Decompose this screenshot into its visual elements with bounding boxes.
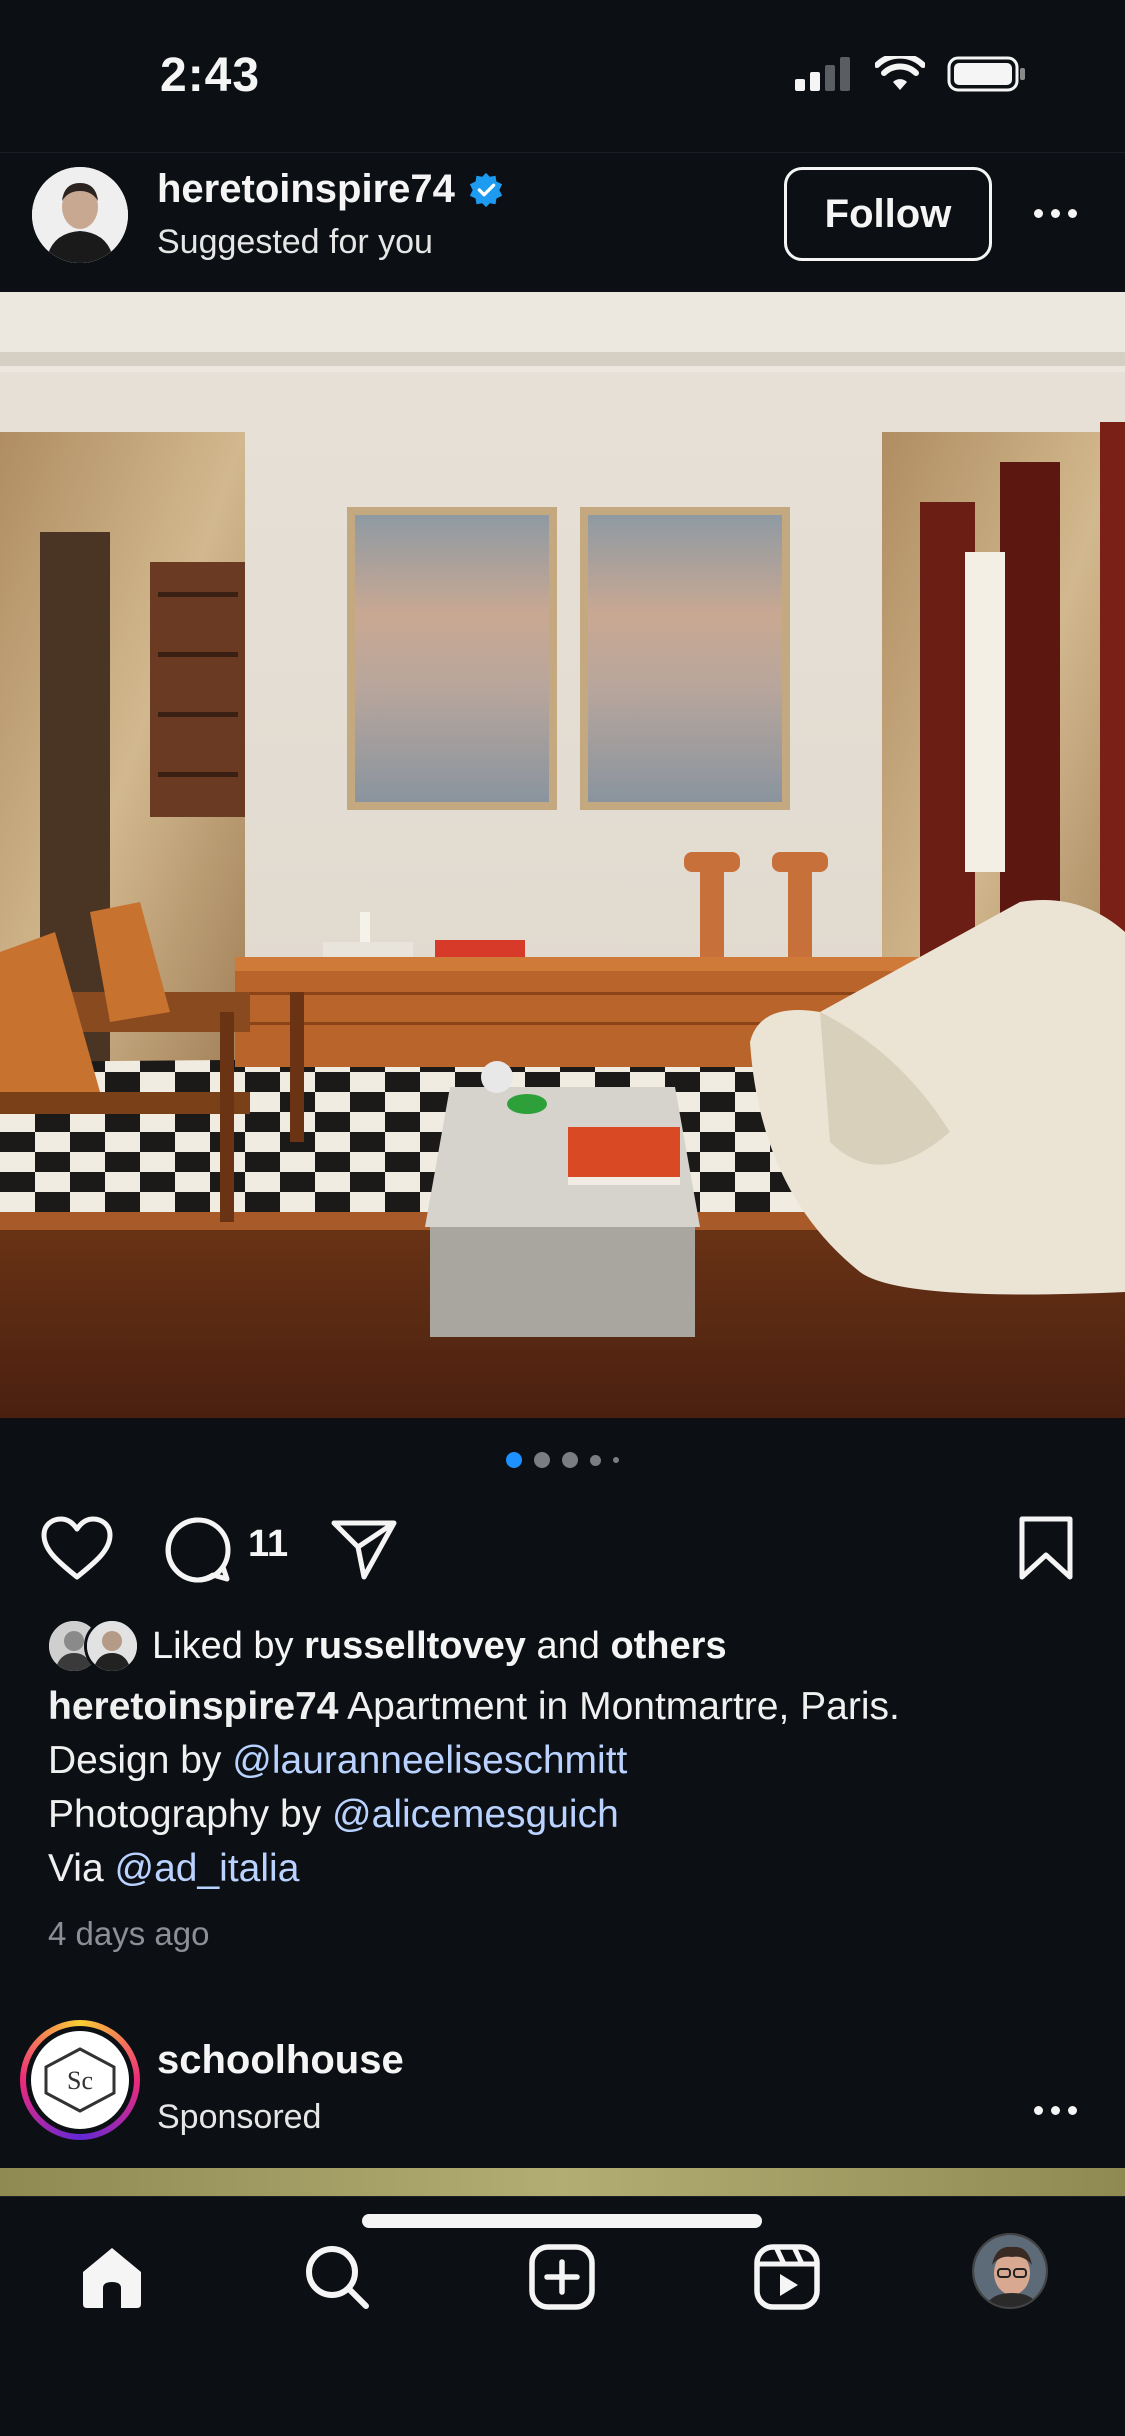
post-caption: heretoinspire74 Apartment in Montmartre,… xyxy=(48,1680,1088,1896)
reels-icon xyxy=(754,2244,820,2310)
home-indicator xyxy=(362,2214,762,2228)
liked-by-user[interactable]: russelltovey xyxy=(304,1625,526,1668)
liker-avatar xyxy=(84,1618,140,1674)
wifi-icon xyxy=(875,56,925,90)
tab-home[interactable] xyxy=(72,2237,152,2317)
caption-design-prefix: Design by xyxy=(48,1739,222,1782)
follow-button[interactable]: Follow xyxy=(784,167,992,261)
mention-link[interactable]: @alicemesguich xyxy=(332,1793,619,1836)
status-icons xyxy=(795,56,1027,92)
bottom-tab-bar xyxy=(0,2196,1125,2436)
liked-by-others[interactable]: others xyxy=(610,1625,726,1668)
sponsored-post-header: Sc schoolhouse Sponsored xyxy=(0,2020,1125,2160)
signal-icon xyxy=(795,57,850,91)
post-timestamp: 4 days ago xyxy=(48,1915,210,1952)
next-post-image-preview[interactable] xyxy=(0,2168,1125,2196)
comment-count[interactable]: 11 xyxy=(248,1523,288,1566)
carousel-dot xyxy=(562,1452,578,1468)
like-heart-icon[interactable] xyxy=(40,1515,114,1581)
carousel-dot xyxy=(534,1452,550,1468)
carousel-dot-active xyxy=(506,1452,522,1468)
post-header: heretoinspire74 Suggested for you Follow xyxy=(0,152,1125,292)
search-icon xyxy=(306,2246,369,2309)
caption-via-prefix: Via xyxy=(48,1847,104,1890)
liked-by-prefix: Liked by xyxy=(152,1624,294,1667)
liked-by[interactable]: Liked by russelltovey and others xyxy=(46,1618,727,1674)
mention-link[interactable]: @lauranneeliseschmitt xyxy=(232,1739,627,1782)
carousel-dot xyxy=(613,1457,619,1463)
caption-line-3: Photography by @alicemesguich xyxy=(48,1788,1088,1842)
mention-link[interactable]: @ad_italia xyxy=(115,1847,300,1890)
caption-line-4: Via @ad_italia xyxy=(48,1842,1088,1896)
carousel-indicator xyxy=(0,1452,1125,1468)
liked-by-avatars xyxy=(46,1618,144,1674)
liked-by-joiner: and xyxy=(536,1624,600,1667)
tab-search[interactable] xyxy=(297,2237,377,2317)
status-time: 2:43 xyxy=(160,49,261,102)
author-username[interactable]: heretoinspire74 xyxy=(157,167,455,212)
verified-badge-icon xyxy=(469,172,503,207)
tab-profile-avatar[interactable] xyxy=(972,2233,1048,2309)
sponsor-avatar[interactable]: Sc xyxy=(20,2020,140,2140)
create-icon xyxy=(529,2244,595,2310)
author-avatar[interactable] xyxy=(32,167,128,263)
tab-reels[interactable] xyxy=(747,2237,827,2317)
sponsored-more-options-icon[interactable] xyxy=(1025,2090,1085,2130)
caption-username[interactable]: heretoinspire74 xyxy=(48,1685,338,1728)
share-send-icon[interactable] xyxy=(330,1517,398,1581)
carousel-dot xyxy=(590,1454,601,1466)
sponsor-username[interactable]: schoolhouse xyxy=(157,2038,404,2083)
tab-create[interactable] xyxy=(522,2237,602,2317)
status-bar: 2:43 xyxy=(0,0,1125,150)
caption-text: Apartment in Montmartre, Paris. xyxy=(347,1685,900,1728)
bookmark-icon[interactable] xyxy=(1018,1515,1074,1581)
post-image[interactable] xyxy=(0,292,1125,1418)
caption-line-2: Design by @lauranneeliseschmitt xyxy=(48,1734,1088,1788)
sponsored-label: Sponsored xyxy=(157,2098,322,2136)
battery-icon xyxy=(947,56,1025,92)
post-actions: 11 xyxy=(0,1505,1125,1585)
comment-icon[interactable] xyxy=(163,1515,233,1585)
author-username-row[interactable]: heretoinspire74 xyxy=(157,167,505,212)
schoolhouse-logo-icon: Sc xyxy=(44,2047,116,2113)
more-options-icon[interactable] xyxy=(1025,193,1085,233)
logo-text: Sc xyxy=(67,2066,93,2095)
home-icon xyxy=(83,2248,141,2308)
caption-photo-prefix: Photography by xyxy=(48,1793,322,1836)
caption-line-1: heretoinspire74 Apartment in Montmartre,… xyxy=(48,1680,1088,1734)
suggested-label: Suggested for you xyxy=(157,223,433,261)
